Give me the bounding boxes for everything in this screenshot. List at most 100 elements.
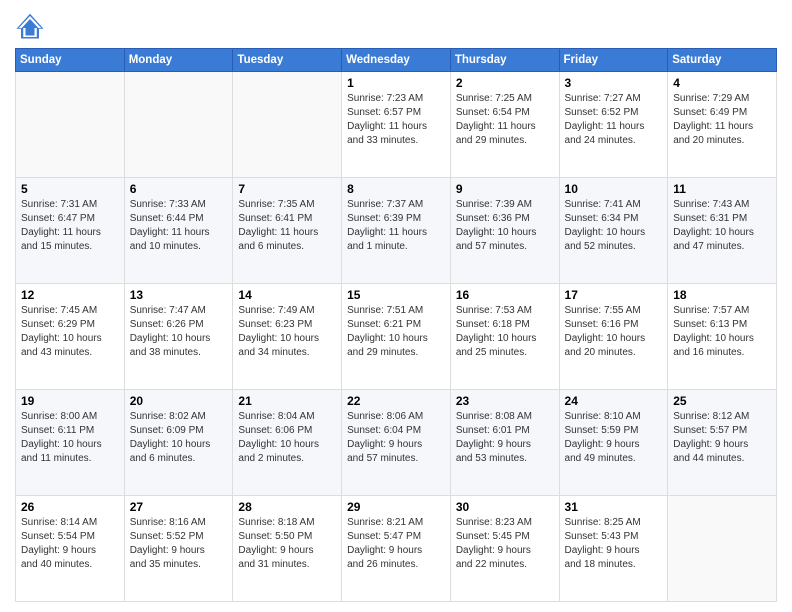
calendar-week-1: 1 Sunrise: 7:23 AM Sunset: 6:57 PM Daylig… (16, 72, 777, 178)
weekday-header-sunday: Sunday (16, 49, 125, 72)
day-info: Sunrise: 7:53 AM Sunset: 6:18 PM Dayligh… (456, 304, 554, 360)
header (15, 10, 777, 40)
day-info: Sunrise: 7:23 AM Sunset: 6:57 PM Dayligh… (347, 92, 445, 148)
day-number: 21 (238, 394, 336, 408)
day-info: Sunrise: 8:18 AM Sunset: 5:50 PM Dayligh… (238, 516, 336, 572)
day-number: 14 (238, 288, 336, 302)
day-number: 6 (130, 182, 228, 196)
calendar-cell: 5Sunrise: 7:31 AM Sunset: 6:47 PM Daylig… (16, 178, 125, 284)
calendar-table: SundayMondayTuesdayWednesdayThursdayFrid… (15, 48, 777, 602)
page: SundayMondayTuesdayWednesdayThursdayFrid… (0, 0, 792, 612)
day-info: Sunrise: 8:10 AM Sunset: 5:59 PM Dayligh… (565, 410, 663, 466)
calendar-cell (668, 496, 777, 602)
calendar-cell: 18 Sunrise: 7:57 AM Sunset: 6:13 PM Dayli… (668, 284, 777, 390)
day-info: Sunrise: 7:27 AM Sunset: 6:52 PM Dayligh… (565, 92, 663, 148)
day-info: Sunrise: 8:08 AM Sunset: 6:01 PM Dayligh… (456, 410, 554, 466)
day-info: Sunrise: 7:47 AM Sunset: 6:26 PM Dayligh… (130, 304, 228, 360)
logo-icon (15, 10, 45, 40)
calendar-cell: 13 Sunrise: 7:47 AM Sunset: 6:26 PM Dayli… (124, 284, 233, 390)
day-info: Sunrise: 7:57 AM Sunset: 6:13 PM Dayligh… (673, 304, 771, 360)
weekday-header-monday: Monday (124, 49, 233, 72)
calendar-week-4: 19 Sunrise: 8:00 AM Sunset: 6:11 PM Dayli… (16, 390, 777, 496)
calendar-week-3: 12Sunrise: 7:45 AM Sunset: 6:29 PM Dayli… (16, 284, 777, 390)
day-info: Sunrise: 7:39 AM Sunset: 6:36 PM Dayligh… (456, 198, 554, 254)
calendar-cell (233, 72, 342, 178)
calendar-cell: 7 Sunrise: 7:35 AM Sunset: 6:41 PM Daylig… (233, 178, 342, 284)
day-number: 5 (21, 182, 119, 196)
calendar-cell: 4 Sunrise: 7:29 AM Sunset: 6:49 PM Daylig… (668, 72, 777, 178)
day-number: 8 (347, 182, 445, 196)
calendar-cell: 3 Sunrise: 7:27 AM Sunset: 6:52 PM Daylig… (559, 72, 668, 178)
day-info: Sunrise: 8:21 AM Sunset: 5:47 PM Dayligh… (347, 516, 445, 572)
calendar-cell: 11Sunrise: 7:43 AM Sunset: 6:31 PM Dayli… (668, 178, 777, 284)
calendar-cell: 15 Sunrise: 7:51 AM Sunset: 6:21 PM Dayli… (342, 284, 451, 390)
calendar-week-2: 5Sunrise: 7:31 AM Sunset: 6:47 PM Daylig… (16, 178, 777, 284)
calendar-cell: 20 Sunrise: 8:02 AM Sunset: 6:09 PM Dayli… (124, 390, 233, 496)
weekday-header-row: SundayMondayTuesdayWednesdayThursdayFrid… (16, 49, 777, 72)
weekday-header-thursday: Thursday (450, 49, 559, 72)
calendar-cell: 2Sunrise: 7:25 AM Sunset: 6:54 PM Daylig… (450, 72, 559, 178)
day-number: 15 (347, 288, 445, 302)
calendar-cell: 10 Sunrise: 7:41 AM Sunset: 6:34 PM Dayli… (559, 178, 668, 284)
calendar-cell: 6 Sunrise: 7:33 AM Sunset: 6:44 PM Daylig… (124, 178, 233, 284)
day-info: Sunrise: 8:12 AM Sunset: 5:57 PM Dayligh… (673, 410, 771, 466)
day-info: Sunrise: 7:45 AM Sunset: 6:29 PM Dayligh… (21, 304, 119, 360)
calendar-cell: 1 Sunrise: 7:23 AM Sunset: 6:57 PM Daylig… (342, 72, 451, 178)
day-number: 18 (673, 288, 771, 302)
day-info: Sunrise: 7:43 AM Sunset: 6:31 PM Dayligh… (673, 198, 771, 254)
day-number: 22 (347, 394, 445, 408)
day-number: 4 (673, 76, 771, 90)
day-number: 13 (130, 288, 228, 302)
day-info: Sunrise: 8:16 AM Sunset: 5:52 PM Dayligh… (130, 516, 228, 572)
day-info: Sunrise: 7:51 AM Sunset: 6:21 PM Dayligh… (347, 304, 445, 360)
calendar-cell: 24 Sunrise: 8:10 AM Sunset: 5:59 PM Dayli… (559, 390, 668, 496)
day-info: Sunrise: 7:49 AM Sunset: 6:23 PM Dayligh… (238, 304, 336, 360)
calendar-cell: 25Sunrise: 8:12 AM Sunset: 5:57 PM Dayli… (668, 390, 777, 496)
day-number: 9 (456, 182, 554, 196)
day-number: 30 (456, 500, 554, 514)
day-info: Sunrise: 7:37 AM Sunset: 6:39 PM Dayligh… (347, 198, 445, 254)
calendar-cell: 22Sunrise: 8:06 AM Sunset: 6:04 PM Dayli… (342, 390, 451, 496)
day-number: 31 (565, 500, 663, 514)
day-number: 24 (565, 394, 663, 408)
day-number: 17 (565, 288, 663, 302)
day-number: 20 (130, 394, 228, 408)
calendar-cell: 16 Sunrise: 7:53 AM Sunset: 6:18 PM Dayli… (450, 284, 559, 390)
day-info: Sunrise: 7:33 AM Sunset: 6:44 PM Dayligh… (130, 198, 228, 254)
day-number: 7 (238, 182, 336, 196)
day-info: Sunrise: 7:55 AM Sunset: 6:16 PM Dayligh… (565, 304, 663, 360)
day-number: 1 (347, 76, 445, 90)
day-info: Sunrise: 8:23 AM Sunset: 5:45 PM Dayligh… (456, 516, 554, 572)
day-info: Sunrise: 8:14 AM Sunset: 5:54 PM Dayligh… (21, 516, 119, 572)
day-info: Sunrise: 8:00 AM Sunset: 6:11 PM Dayligh… (21, 410, 119, 466)
day-number: 10 (565, 182, 663, 196)
day-info: Sunrise: 7:25 AM Sunset: 6:54 PM Dayligh… (456, 92, 554, 148)
day-info: Sunrise: 7:29 AM Sunset: 6:49 PM Dayligh… (673, 92, 771, 148)
calendar-cell (124, 72, 233, 178)
calendar-cell: 31 Sunrise: 8:25 AM Sunset: 5:43 PM Dayli… (559, 496, 668, 602)
logo (15, 10, 49, 40)
day-number: 3 (565, 76, 663, 90)
day-number: 26 (21, 500, 119, 514)
calendar-cell: 26 Sunrise: 8:14 AM Sunset: 5:54 PM Dayli… (16, 496, 125, 602)
day-number: 19 (21, 394, 119, 408)
day-info: Sunrise: 8:02 AM Sunset: 6:09 PM Dayligh… (130, 410, 228, 466)
calendar-cell: 8 Sunrise: 7:37 AM Sunset: 6:39 PM Daylig… (342, 178, 451, 284)
weekday-header-tuesday: Tuesday (233, 49, 342, 72)
calendar-cell: 28Sunrise: 8:18 AM Sunset: 5:50 PM Dayli… (233, 496, 342, 602)
weekday-header-friday: Friday (559, 49, 668, 72)
calendar-cell (16, 72, 125, 178)
calendar-cell: 27 Sunrise: 8:16 AM Sunset: 5:52 PM Dayli… (124, 496, 233, 602)
calendar-cell: 23Sunrise: 8:08 AM Sunset: 6:01 PM Dayli… (450, 390, 559, 496)
day-info: Sunrise: 7:35 AM Sunset: 6:41 PM Dayligh… (238, 198, 336, 254)
day-number: 16 (456, 288, 554, 302)
day-number: 29 (347, 500, 445, 514)
calendar-cell: 29 Sunrise: 8:21 AM Sunset: 5:47 PM Dayli… (342, 496, 451, 602)
day-info: Sunrise: 7:41 AM Sunset: 6:34 PM Dayligh… (565, 198, 663, 254)
weekday-header-saturday: Saturday (668, 49, 777, 72)
day-info: Sunrise: 8:25 AM Sunset: 5:43 PM Dayligh… (565, 516, 663, 572)
calendar-cell: 9 Sunrise: 7:39 AM Sunset: 6:36 PM Daylig… (450, 178, 559, 284)
calendar-cell: 14 Sunrise: 7:49 AM Sunset: 6:23 PM Dayli… (233, 284, 342, 390)
day-number: 27 (130, 500, 228, 514)
calendar-cell: 12Sunrise: 7:45 AM Sunset: 6:29 PM Dayli… (16, 284, 125, 390)
